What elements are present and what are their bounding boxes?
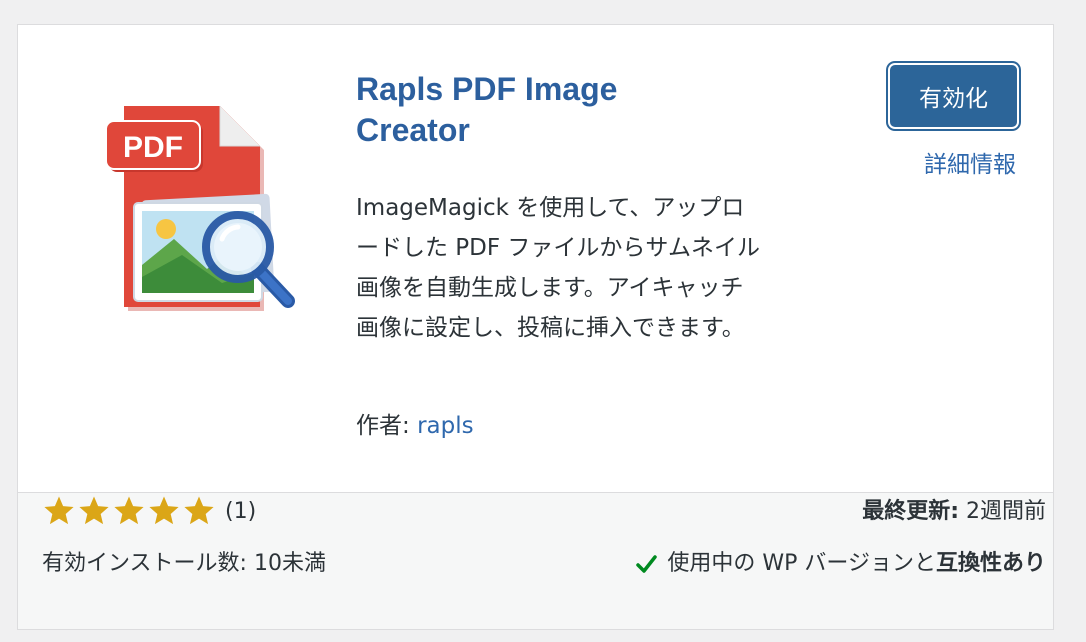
stars-wrap <box>42 494 217 528</box>
plugin-card-top: PDF Rapls PDF Image Creator ImageMagick … <box>18 25 1053 492</box>
star-icon <box>44 496 74 525</box>
plugin-author: 作者: rapls <box>356 410 474 442</box>
star-rating: (1) <box>42 494 256 528</box>
pdf-image-search-icon[interactable]: PDF <box>62 69 312 319</box>
checkmark-icon <box>636 555 658 573</box>
last-updated-value: 2週間前 <box>959 499 1046 524</box>
author-label: 作者: <box>356 413 418 439</box>
more-details-link[interactable]: 詳細情報 <box>898 149 1016 181</box>
author-link[interactable]: rapls <box>417 413 474 439</box>
plugin-card: PDF Rapls PDF Image Creator ImageMagick … <box>17 24 1054 630</box>
star-icon <box>79 496 109 525</box>
plugin-title[interactable]: Rapls PDF Image Creator <box>356 69 686 151</box>
plugin-description: ImageMagick を使用して、アップロードした PDF ファイルからサムネ… <box>356 195 760 341</box>
compat-prefix: 使用中の WP バージョンと <box>667 551 936 576</box>
last-updated: 最終更新: 2週間前 <box>862 496 1046 528</box>
star-icon <box>114 496 144 525</box>
activate-button[interactable]: 有効化 <box>888 63 1019 129</box>
star-icon <box>149 496 179 525</box>
last-updated-label: 最終更新: <box>862 499 959 524</box>
compatibility: 使用中の WP バージョンと 互換性あり <box>635 548 1046 580</box>
rating-count[interactable]: (1) <box>225 499 256 524</box>
compat-strong: 互換性あり <box>935 551 1046 576</box>
active-installs: 有効インストール数: 10未満 <box>42 551 326 576</box>
pdf-badge-text: PDF <box>123 131 183 164</box>
star-icon <box>184 496 214 525</box>
